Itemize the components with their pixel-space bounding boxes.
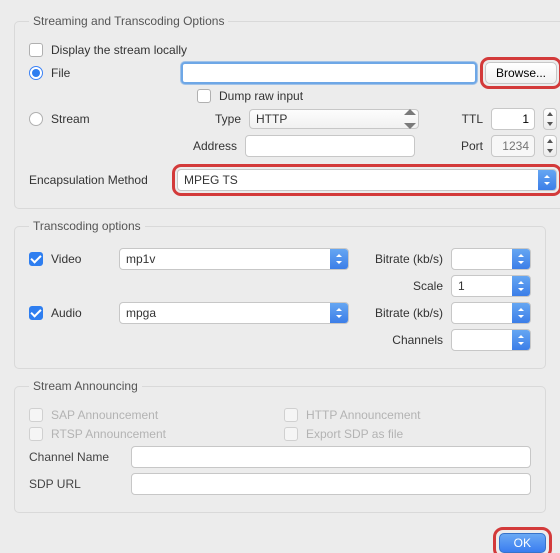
http-announce-checkbox [284, 408, 298, 422]
sap-label: SAP Announcement [51, 408, 158, 422]
channel-name-input[interactable] [131, 446, 531, 468]
export-sdp-checkbox [284, 427, 298, 441]
encap-label: Encapsulation Method [29, 173, 169, 187]
port-stepper[interactable] [543, 135, 557, 157]
sdp-url-label: SDP URL [29, 477, 123, 491]
port-label: Port [435, 139, 483, 153]
chevron-updown-icon [330, 249, 348, 269]
chevron-updown-icon [512, 330, 530, 350]
transcoding-options: Transcoding options Video mp1v Bitrate (… [14, 219, 546, 369]
audio-codec-select[interactable]: mpga [119, 302, 349, 324]
file-label: File [51, 66, 173, 80]
export-sdp-label: Export SDP as file [306, 427, 403, 441]
dump-raw-checkbox[interactable] [197, 89, 211, 103]
chevron-updown-icon [512, 249, 530, 269]
encapsulation-select[interactable]: MPEG TS [177, 169, 557, 191]
rtsp-checkbox [29, 427, 43, 441]
ttl-stepper[interactable] [543, 108, 557, 130]
channels-label: Channels [392, 333, 443, 347]
type-label: Type [181, 112, 241, 126]
chevron-updown-icon [512, 303, 530, 323]
channel-name-label: Channel Name [29, 450, 123, 464]
address-input[interactable] [245, 135, 415, 157]
stream-label: Stream [51, 112, 173, 126]
section-title: Transcoding options [29, 219, 145, 233]
chevron-updown-icon [330, 303, 348, 323]
ok-button[interactable]: OK [499, 533, 546, 553]
dump-raw-label: Dump raw input [219, 89, 303, 103]
scale-select[interactable]: 1 [451, 275, 531, 297]
sap-checkbox [29, 408, 43, 422]
video-label: Video [51, 252, 111, 266]
stream-announcing: Stream Announcing SAP Announcement HTTP … [14, 379, 546, 513]
chevron-updown-icon [402, 109, 418, 129]
section-title: Streaming and Transcoding Options [29, 14, 228, 28]
stream-radio[interactable] [29, 112, 43, 126]
chevron-updown-icon [512, 276, 530, 296]
address-label: Address [177, 139, 237, 153]
audio-checkbox[interactable] [29, 306, 43, 320]
video-checkbox[interactable] [29, 252, 43, 266]
display-locally-checkbox[interactable] [29, 43, 43, 57]
audio-bitrate-select[interactable] [451, 302, 531, 324]
type-select[interactable]: HTTP [249, 109, 419, 129]
audio-bitrate-label: Bitrate (kb/s) [375, 306, 443, 320]
chevron-updown-icon [538, 170, 556, 190]
sdp-url-input[interactable] [131, 473, 531, 495]
port-input[interactable] [491, 135, 535, 157]
audio-label: Audio [51, 306, 111, 320]
file-radio[interactable] [29, 66, 43, 80]
section-title: Stream Announcing [29, 379, 142, 393]
rtsp-label: RTSP Announcement [51, 427, 166, 441]
scale-label: Scale [413, 279, 443, 293]
file-path-input[interactable] [181, 62, 477, 84]
browse-button[interactable]: Browse... [485, 62, 557, 84]
streaming-transcoding-options: Streaming and Transcoding Options Displa… [14, 14, 560, 209]
ttl-label: TTL [435, 112, 483, 126]
channels-select[interactable] [451, 329, 531, 351]
video-codec-select[interactable]: mp1v [119, 248, 349, 270]
http-announce-label: HTTP Announcement [306, 408, 421, 422]
video-bitrate-label: Bitrate (kb/s) [375, 252, 443, 266]
display-locally-label: Display the stream locally [51, 43, 187, 57]
video-bitrate-select[interactable] [451, 248, 531, 270]
ttl-input[interactable] [491, 108, 535, 130]
